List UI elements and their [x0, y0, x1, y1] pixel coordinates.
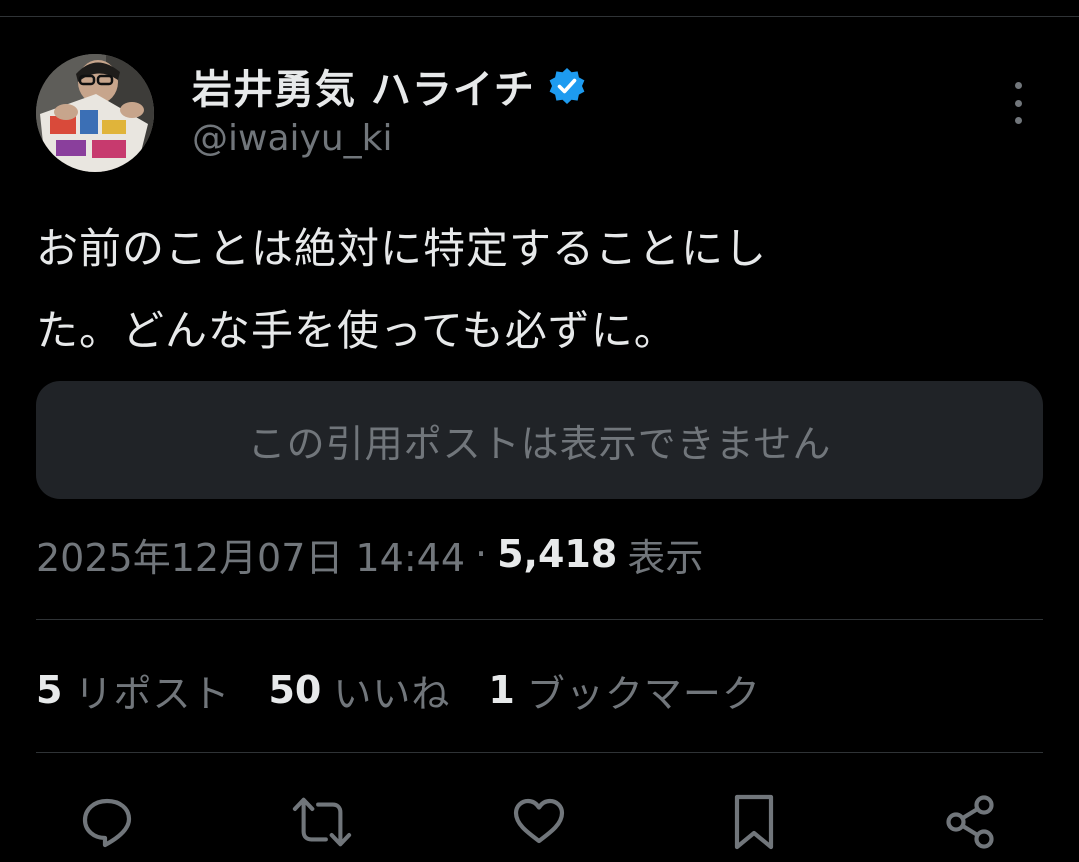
author-name-row[interactable]: 岩井勇気 ハライチ	[192, 58, 587, 114]
bookmarks-stat[interactable]: 1 ブックマーク	[488, 663, 760, 718]
quote-unavailable-text: この引用ポストは表示できません	[247, 421, 832, 466]
likes-label: いいね	[333, 671, 451, 716]
divider	[36, 619, 1043, 620]
likes-count: 50	[268, 668, 322, 712]
reposts-count: 5	[36, 668, 63, 712]
likes-stat[interactable]: 50 いいね	[268, 663, 450, 718]
bookmarks-label: ブックマーク	[526, 671, 761, 716]
bookmark-button[interactable]	[724, 790, 784, 854]
tweet-line: お前のことは絶対に特定することにし	[36, 224, 768, 273]
divider	[36, 752, 1043, 753]
timestamp[interactable]: 2025年12月07日 14:44	[36, 527, 465, 582]
author-display-name[interactable]: 岩井勇気 ハライチ	[192, 57, 535, 115]
engagement-stats: 5 リポスト 50 いいね 1 ブックマーク	[36, 662, 799, 718]
more-dot	[1014, 82, 1022, 89]
reposts-label: リポスト	[74, 671, 231, 716]
tweet-line: た。どんな手を使っても必ずに。	[36, 306, 677, 355]
bookmark-icon	[734, 794, 774, 850]
author-handle[interactable]: @iwaiyu_ki	[192, 118, 392, 159]
more-dot	[1014, 117, 1022, 124]
repost-icon	[292, 797, 352, 847]
top-divider	[0, 16, 1079, 17]
avatar[interactable]	[36, 54, 154, 172]
share-icon	[946, 795, 994, 849]
meta-separator: ·	[475, 532, 488, 576]
share-button[interactable]	[940, 790, 1000, 854]
reposts-stat[interactable]: 5 リポスト	[36, 663, 230, 718]
like-button[interactable]	[509, 790, 569, 854]
tweet-text: お前のことは絶対に特定することにし た。どんな手を使っても必ずに。	[36, 208, 996, 372]
verified-badge-icon	[549, 68, 585, 104]
bookmarks-count: 1	[488, 668, 515, 712]
action-bar	[0, 790, 1079, 862]
heart-icon	[513, 798, 565, 844]
views-label[interactable]: 表示	[627, 527, 703, 582]
views-count[interactable]: 5,418	[497, 532, 617, 576]
reply-icon	[82, 798, 132, 848]
repost-button[interactable]	[292, 790, 352, 854]
more-dot	[1014, 99, 1022, 107]
avatar-image	[36, 54, 154, 172]
more-vertical-icon[interactable]	[1003, 82, 1033, 124]
quote-unavailable-box: この引用ポストは表示できません	[36, 381, 1043, 499]
reply-button[interactable]	[77, 790, 137, 854]
tweet-meta: 2025年12月07日 14:44 · 5,418 表示	[36, 528, 703, 580]
